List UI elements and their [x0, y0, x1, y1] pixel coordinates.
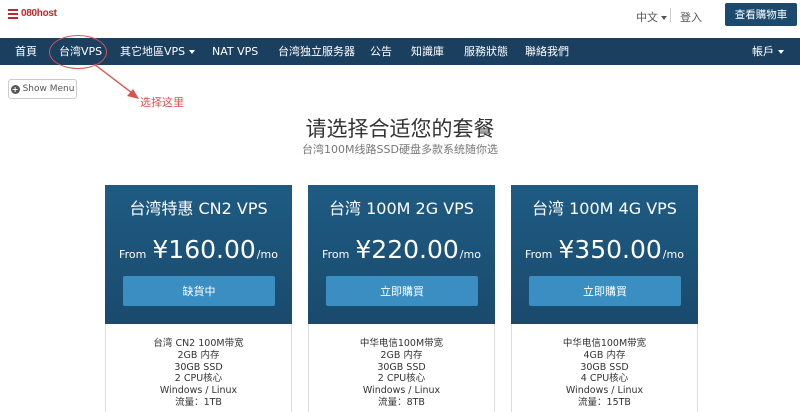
- nav-item-label: 帳戶: [752, 45, 774, 58]
- plan-card-header: 台湾 100M 4G VPS From ¥350.00/mo 立即購買: [511, 185, 698, 324]
- logo-icon: [8, 8, 18, 19]
- plan-features: 中华电信100M带宽 4GB 内存 30GB SSD 4 CPU核心 Windo…: [512, 338, 697, 409]
- nav-item-other-vps[interactable]: 其它地區VPS: [120, 38, 196, 65]
- language-selector[interactable]: 中文: [636, 9, 667, 25]
- login-link[interactable]: 登入: [680, 9, 702, 25]
- nav-item-account[interactable]: 帳戶: [752, 38, 784, 65]
- top-bar: 080host 中文 登入 查看購物車: [0, 0, 800, 38]
- out-of-stock-button[interactable]: 缺貨中: [123, 276, 275, 306]
- feature-item: 台湾 CN2 100M带宽: [153, 338, 244, 349]
- feature-item: 4GB 内存: [583, 349, 626, 361]
- plan-features: 中华电信100M带宽 2GB 内存 30GB SSD 2 CPU核心 Windo…: [309, 338, 494, 409]
- nav-item-contact[interactable]: 聯絡我們: [525, 38, 569, 65]
- feature-item: 2GB 内存: [380, 349, 423, 361]
- plan-name: 台湾 100M 2G VPS: [329, 199, 474, 218]
- plan-card-header: 台湾特惠 CN2 VPS From ¥160.00/mo 缺貨中: [105, 185, 292, 324]
- feature-item: 2GB 内存: [177, 349, 220, 361]
- price-from: From: [322, 248, 350, 261]
- feature-item: 中华电信100M带宽: [359, 338, 444, 349]
- site-logo[interactable]: 080host: [8, 8, 57, 19]
- feature-item: Windows / Linux: [565, 385, 644, 397]
- price-amount: ¥160.00: [152, 235, 256, 264]
- feature-item: 30GB SSD: [174, 361, 223, 373]
- page-title: 请选择合适您的套餐: [305, 117, 495, 141]
- feature-item: 2 CPU核心: [377, 373, 426, 385]
- nav-item-home[interactable]: 首頁: [15, 38, 37, 65]
- feature-item: 30GB SSD: [377, 361, 426, 373]
- price-from: From: [119, 248, 147, 261]
- divider: [670, 8, 671, 22]
- feature-item: 30GB SSD: [580, 361, 629, 373]
- arrow-icon: [93, 63, 139, 99]
- feature-item: 4 CPU核心: [580, 373, 629, 385]
- chevron-down-icon: [189, 50, 196, 54]
- plan-price: From ¥350.00/mo: [511, 235, 698, 264]
- feature-item: 流量：15TB: [578, 396, 631, 408]
- view-cart-button[interactable]: 查看購物車: [725, 3, 797, 26]
- plan-features: 台湾 CN2 100M带宽 2GB 内存 30GB SSD 2 CPU核心 Wi…: [106, 338, 291, 409]
- price-from: From: [525, 248, 553, 261]
- nav-item-knowledgebase[interactable]: 知識庫: [411, 38, 444, 65]
- show-menu-label: Show Menu: [22, 84, 75, 94]
- price-amount: ¥350.00: [558, 235, 662, 264]
- page-subtitle: 台湾100M线路SSD硬盘多款系统随你选: [302, 143, 498, 156]
- price-period: /mo: [256, 248, 278, 261]
- plus-circle-icon: +: [10, 84, 20, 94]
- plan-card: 台湾 100M 4G VPS From ¥350.00/mo 立即購買 中华电信…: [511, 185, 698, 412]
- feature-item: 流量：8TB: [378, 396, 425, 408]
- price-amount: ¥220.00: [355, 235, 459, 264]
- nav-item-label: 其它地區VPS: [120, 45, 186, 58]
- chevron-down-icon: [778, 50, 784, 54]
- nav-item-nat-vps[interactable]: NAT VPS: [212, 38, 258, 65]
- buy-now-button[interactable]: 立即購買: [529, 276, 681, 306]
- nav-item-status[interactable]: 服務狀態: [464, 38, 508, 65]
- nav-item-dedicated-server[interactable]: 台湾独立服务器: [278, 38, 355, 65]
- annotation-label: 选择这里: [140, 96, 184, 109]
- buy-now-button[interactable]: 立即購買: [326, 276, 478, 306]
- feature-item: 2 CPU核心: [174, 373, 223, 385]
- main-nav: 首頁 台湾VPS 其它地區VPS NAT VPS 台湾独立服务器 公告 知識庫 …: [0, 38, 800, 65]
- feature-item: Windows / Linux: [159, 385, 238, 397]
- plan-price: From ¥220.00/mo: [308, 235, 495, 264]
- feature-item: 中华电信100M带宽: [562, 338, 647, 349]
- plan-card: 台湾 100M 2G VPS From ¥220.00/mo 立即購買 中华电信…: [308, 185, 495, 412]
- plan-card: 台湾特惠 CN2 VPS From ¥160.00/mo 缺貨中 台湾 CN2 …: [105, 185, 292, 412]
- feature-item: 流量：1TB: [175, 396, 222, 408]
- plan-price: From ¥160.00/mo: [105, 235, 292, 264]
- plan-card-header: 台湾 100M 2G VPS From ¥220.00/mo 立即購買: [308, 185, 495, 324]
- feature-item: Windows / Linux: [362, 385, 441, 397]
- language-label: 中文: [636, 11, 658, 24]
- show-menu-button[interactable]: + Show Menu: [8, 79, 77, 99]
- nav-item-announcements[interactable]: 公告: [370, 38, 392, 65]
- chevron-down-icon: [661, 16, 667, 20]
- plan-name: 台湾 100M 4G VPS: [532, 199, 677, 218]
- price-period: /mo: [459, 248, 481, 261]
- plan-name: 台湾特惠 CN2 VPS: [129, 199, 268, 218]
- logo-text: 080host: [21, 8, 57, 19]
- price-period: /mo: [662, 248, 684, 261]
